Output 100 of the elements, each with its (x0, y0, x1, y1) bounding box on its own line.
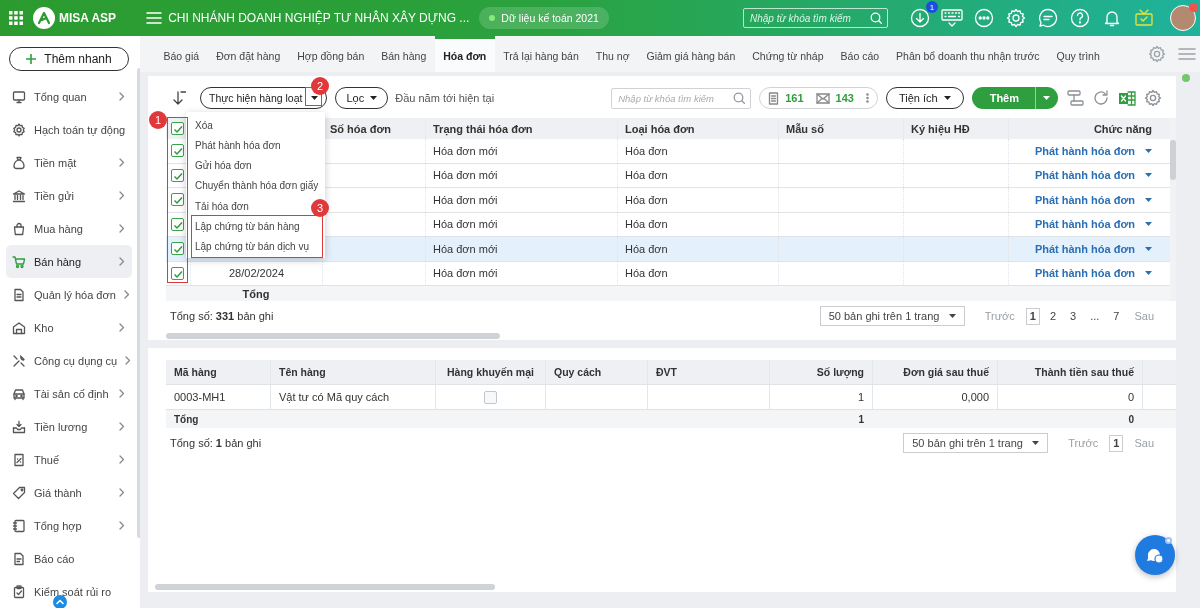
column-header[interactable]: Tên hàng (270, 360, 435, 384)
sidebar-item[interactable]: Tiền lương (6, 410, 132, 443)
page-link[interactable]: ... (1086, 307, 1104, 325)
sidebar-item[interactable]: Tổng quan (6, 80, 132, 113)
checkbox[interactable] (171, 217, 184, 231)
tab[interactable]: Quy trình (1048, 36, 1109, 72)
menu-item[interactable]: Chuyển thành hóa đơn giấy (195, 176, 319, 195)
checkbox[interactable] (484, 390, 497, 404)
menu-item[interactable]: Gửi hóa đơn (195, 156, 252, 175)
issue-invoice-link[interactable]: Phát hành hóa đơn (1034, 193, 1135, 206)
sidebar-item[interactable]: Giá thành (6, 476, 132, 509)
column-header[interactable]: Thành tiền sau thuế (997, 360, 1142, 384)
bell-icon[interactable] (1102, 8, 1122, 28)
sidebar-item[interactable]: Tiền mặt (6, 146, 132, 179)
notebook-icon (12, 518, 26, 533)
menu-item[interactable]: Tải hóa đơn (195, 197, 249, 216)
sidebar-item[interactable]: Kho (6, 311, 132, 344)
tab[interactable]: Trả lại hàng bán (494, 36, 588, 72)
sidebar-item[interactable]: Hạch toán tự động (6, 113, 132, 146)
sidebar-item[interactable]: Tài sản cố định (6, 377, 132, 410)
checkbox[interactable] (171, 193, 184, 207)
tab[interactable]: Báo cáo (832, 36, 888, 72)
tab[interactable]: Thu nợ (587, 36, 639, 72)
page-size-select[interactable]: 50 bản ghi trên 1 trang (903, 433, 1049, 453)
issue-invoice-link[interactable]: Phát hành hóa đơn (1034, 144, 1135, 157)
checkbox[interactable] (171, 144, 184, 158)
more-icon[interactable] (974, 8, 994, 28)
menu-item[interactable]: Lập chứng từ bán hàng (195, 217, 300, 236)
column-header[interactable]: Đơn giá sau thuế (872, 360, 997, 384)
sidebar-item[interactable]: Thuế (6, 443, 132, 476)
money-bag-icon (12, 155, 26, 170)
column-header[interactable]: Loại hóa đơn (617, 118, 778, 139)
tab[interactable]: Đơn đặt hàng (207, 36, 289, 72)
column-header[interactable]: Số lượng (769, 360, 872, 384)
sort-icon[interactable] (172, 91, 186, 105)
column-header[interactable]: Mẫu số (778, 118, 903, 139)
issue-invoice-link[interactable]: Phát hành hóa đơn (1034, 169, 1135, 182)
settings-icon[interactable] (1148, 45, 1166, 63)
refresh-icon[interactable] (1092, 89, 1110, 107)
caret-icon (370, 96, 378, 100)
column-header[interactable]: Quy cách (545, 360, 647, 384)
sidebar-item[interactable]: Báo cáo (6, 542, 132, 575)
scrollbar[interactable] (1170, 118, 1176, 301)
utilities-button[interactable]: Tiện ích (885, 87, 964, 109)
checkbox[interactable] (171, 168, 184, 182)
sidebar-item[interactable]: Tổng hợp (6, 509, 132, 542)
tab[interactable]: Giảm giá hàng bán (638, 36, 744, 72)
issue-invoice-link[interactable]: Phát hành hóa đơn (1034, 267, 1135, 280)
list-icon[interactable] (1178, 47, 1196, 61)
issue-invoice-link[interactable]: Phát hành hóa đơn (1034, 218, 1135, 231)
app-grid-icon[interactable] (9, 11, 23, 25)
keyboard-icon[interactable] (941, 9, 963, 27)
spreadsheet-icon[interactable] (1118, 89, 1136, 107)
scroll-up-button[interactable] (53, 595, 67, 608)
column-header[interactable]: Mã hàng (166, 360, 270, 384)
column-header[interactable]: Hàng khuyến mại (435, 360, 545, 384)
column-header[interactable]: Ký hiệu HĐ (903, 118, 1008, 139)
page-link[interactable]: 1 (1025, 307, 1040, 325)
sidebar-item[interactable]: Công cụ dụng cụ (6, 344, 132, 377)
sidebar-item[interactable]: Tiền gửi (6, 179, 132, 212)
avatar[interactable] (1170, 5, 1196, 31)
flowchart-icon[interactable] (1066, 90, 1084, 106)
column-header[interactable]: ĐVT (647, 360, 769, 384)
page-link[interactable]: 3 (1066, 307, 1081, 325)
download-icon[interactable] (910, 8, 930, 28)
scrollbar[interactable] (166, 333, 500, 339)
help-icon[interactable] (1070, 8, 1090, 28)
tab[interactable]: Bán hàng (372, 36, 435, 72)
clipboard-icon (12, 584, 26, 599)
tab[interactable]: Hóa đơn (434, 36, 495, 72)
sidebar-item[interactable]: Kiểm soát rủi ro (6, 575, 132, 608)
page-size-select[interactable]: 50 bản ghi trên 1 trang (819, 306, 965, 326)
sidebar-item[interactable]: Mua hàng (6, 212, 132, 245)
add-options-button[interactable] (1036, 87, 1058, 109)
sidebar-item[interactable]: Quản lý hóa đơn (6, 278, 132, 311)
page-link[interactable]: 7 (1109, 307, 1124, 325)
settings-icon[interactable] (1144, 89, 1162, 107)
more-vertical-icon[interactable] (865, 93, 869, 103)
tab[interactable]: Hợp đồng bán (288, 36, 373, 72)
tab[interactable]: Phân bổ doanh thu nhận trước (887, 36, 1049, 72)
page-link[interactable]: 1 (1109, 434, 1124, 452)
page-link[interactable]: 2 (1045, 307, 1060, 325)
checkbox[interactable] (171, 242, 184, 256)
menu-icon[interactable] (146, 11, 163, 25)
search-icon[interactable] (870, 12, 882, 24)
checkbox[interactable] (171, 266, 184, 280)
search-icon[interactable] (733, 91, 746, 104)
tab[interactable]: Chứng từ nháp (743, 36, 833, 72)
sidebar-item[interactable]: Bán hàng (6, 245, 132, 278)
menu-item[interactable]: Xóa (195, 116, 213, 134)
chat-icon[interactable] (1038, 8, 1058, 28)
column-header[interactable]: Trạng thái hóa đơn (425, 118, 617, 139)
checkbox[interactable] (171, 122, 184, 135)
filter-button[interactable]: Lọc (335, 87, 389, 109)
issue-invoice-link[interactable]: Phát hành hóa đơn (1034, 242, 1135, 255)
tab[interactable]: Báo giá (155, 36, 208, 72)
search-field[interactable]: Nhập từ khóa tìm kiếm (611, 87, 752, 109)
menu-item[interactable]: Phát hành hóa đơn (195, 136, 281, 155)
menu-item[interactable]: Lập chứng từ bán dịch vụ (195, 237, 310, 256)
scrollbar[interactable] (155, 584, 495, 590)
